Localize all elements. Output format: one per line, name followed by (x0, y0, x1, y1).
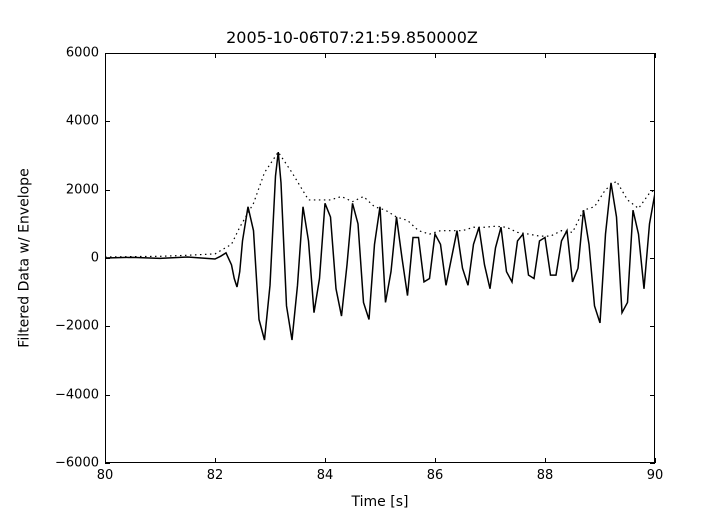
chart-container: 2005-10-06T07:21:59.850000Z Filtered Dat… (0, 0, 704, 528)
data-lines (105, 53, 655, 463)
y-tick (105, 326, 110, 327)
y-tick (650, 121, 655, 122)
x-tick (545, 53, 546, 58)
x-axis-label: Time [s] (105, 494, 655, 510)
x-tick (435, 53, 436, 58)
x-tick (545, 458, 546, 463)
y-tick (105, 53, 110, 54)
x-tick-label: 82 (207, 468, 224, 483)
x-tick (655, 458, 656, 463)
envelope-series (105, 152, 655, 257)
y-tick (105, 463, 110, 464)
y-tick-label: 0 (39, 251, 99, 266)
y-tick (105, 258, 110, 259)
y-tick (650, 53, 655, 54)
x-tick-label: 80 (97, 468, 114, 483)
y-tick (105, 395, 110, 396)
x-tick (215, 53, 216, 58)
chart-title: 2005-10-06T07:21:59.850000Z (0, 28, 704, 47)
y-tick (105, 190, 110, 191)
x-tick-label: 84 (317, 468, 334, 483)
y-tick (650, 463, 655, 464)
filtered-series (105, 152, 655, 340)
y-tick (650, 326, 655, 327)
x-tick (435, 458, 436, 463)
x-tick (325, 53, 326, 58)
x-tick (325, 458, 326, 463)
x-tick (655, 53, 656, 58)
y-axis-label: Filtered Data w/ Envelope (15, 53, 35, 463)
x-tick-label: 90 (647, 468, 664, 483)
y-tick-label: −6000 (39, 456, 99, 471)
y-tick (650, 258, 655, 259)
y-tick-label: 2000 (39, 182, 99, 197)
y-tick (650, 395, 655, 396)
y-tick (650, 190, 655, 191)
y-tick-label: −2000 (39, 319, 99, 334)
y-tick-label: 6000 (39, 46, 99, 61)
x-tick-label: 86 (427, 468, 444, 483)
x-tick (215, 458, 216, 463)
y-tick-label: −4000 (39, 387, 99, 402)
y-tick (105, 121, 110, 122)
y-tick-label: 4000 (39, 114, 99, 129)
x-tick-label: 88 (537, 468, 554, 483)
